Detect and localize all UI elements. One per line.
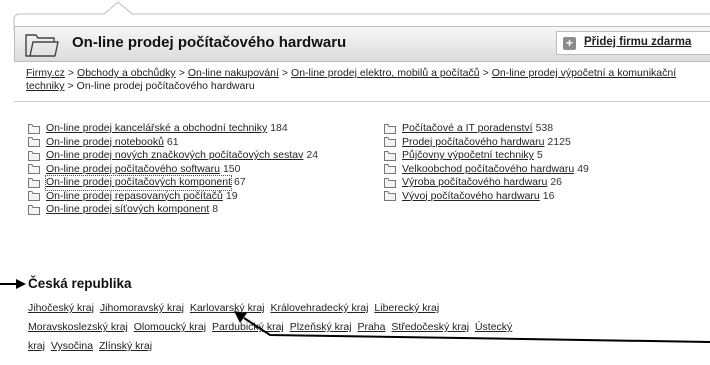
breadcrumb-link[interactable]: Firmy.cz [26, 67, 65, 79]
region-link[interactable]: Praha [357, 321, 385, 333]
subcategory-count: 150 [222, 162, 241, 175]
folder-icon [25, 34, 59, 57]
folder-icon [28, 164, 40, 175]
subcategory-link[interactable]: Výroba počítačového hardwaru [402, 176, 547, 190]
list-item: Počítačové a IT poradenství 538 [384, 122, 710, 136]
list-item: On-line prodej počítačových komponent 67 [28, 175, 368, 191]
region-heading: Česká republika [28, 276, 132, 291]
subcategory-link[interactable]: On-line prodej síťových komponent [46, 203, 209, 217]
subcategory-count: 26 [550, 176, 563, 188]
list-item: Prodej počítačového hardwaru 2125 [384, 136, 710, 150]
list-item: Půjčovny výpočetní techniky 5 [384, 149, 710, 163]
subcategory-list-right: Počítačové a IT poradenství 538 Prodej po… [384, 122, 710, 203]
arrow-icon [0, 279, 26, 289]
subcategory-count: 538 [535, 122, 554, 134]
subcategory-link[interactable]: Počítačové a IT poradenství [402, 122, 533, 136]
subcategory-link[interactable]: On-line prodej počítačového softwaru [46, 163, 220, 177]
region-link[interactable]: Pardubický kraj [212, 321, 284, 333]
folder-icon [28, 191, 40, 202]
region-link[interactable]: Středočeský kraj [391, 321, 469, 333]
folder-icon [384, 191, 396, 202]
region-link[interactable]: kraj [28, 340, 45, 352]
subcategory-count: 19 [225, 189, 238, 202]
region-link[interactable]: Jihomoravský kraj [100, 302, 184, 314]
list-item: Vývoj počítačového hardwaru 16 [384, 190, 710, 204]
breadcrumb: Firmy.cz > Obchody a obchůdky > On-line naku… [26, 67, 710, 93]
folder-icon [384, 164, 396, 175]
region-link[interactable]: Vysočina [51, 340, 93, 352]
folder-icon [384, 177, 396, 188]
region-link[interactable]: Moravskoslezský kraj [28, 321, 128, 333]
breadcrumb-link[interactable]: On-line prodej elektro, mobilů a počítač… [291, 67, 480, 79]
page-title: On-line prodej počítačového hardwaru [72, 34, 347, 51]
region-link[interactable]: Královehradecký kraj [270, 302, 368, 314]
region-link[interactable]: Jihočeský kraj [28, 302, 94, 314]
subcategory-link[interactable]: Prodej počítačového hardwaru [402, 136, 544, 150]
plus-icon: + [563, 37, 576, 50]
subcategory-count: 5 [536, 149, 543, 161]
region-link[interactable]: Zlínský kraj [99, 340, 152, 352]
breadcrumb-link[interactable]: On-line nakupování [188, 67, 279, 79]
folder-icon [384, 123, 396, 134]
region-link[interactable]: Plzeňský kraj [290, 321, 352, 333]
subcategory-link[interactable]: On-line prodej repasovaných počítačů [46, 190, 223, 204]
region-link[interactable]: Karlovarský kraj [190, 302, 265, 314]
folder-icon [28, 204, 40, 215]
subcategory-count: 16 [542, 189, 555, 202]
list-item: On-line prodej nových značkových počítač… [28, 149, 368, 163]
subcategory-count: 67 [234, 176, 246, 188]
breadcrumb-separator: > [67, 67, 75, 79]
subcategory-link[interactable]: Půjčovny výpočetní techniky [402, 149, 534, 163]
region-link[interactable]: Olomoucký kraj [134, 321, 206, 333]
folder-icon [384, 150, 396, 161]
region-list: Jihočeský kraj Jihomoravský kraj Karlova… [28, 299, 668, 356]
list-item: On-line prodej kancelářské a obchodní te… [28, 122, 368, 136]
subcategory-count: 184 [270, 122, 288, 134]
subcategory-count: 2125 [547, 135, 571, 148]
folder-icon [28, 123, 40, 134]
subcategory-count: 49 [577, 162, 589, 175]
subcategory-count: 61 [166, 135, 179, 148]
breadcrumb-current: On-line prodej počítačového hardwaru [76, 80, 255, 92]
breadcrumb-link[interactable]: Obchody a obchůdky [77, 67, 176, 79]
subcategory-link[interactable]: Velkoobchod počítačového hardwaru [402, 163, 574, 177]
folder-icon [28, 150, 40, 161]
list-item: On-line prodej repasovaných počítačů 19 [28, 190, 368, 204]
breadcrumb-separator: > [178, 67, 185, 79]
subcategory-count: 8 [212, 203, 219, 215]
add-company-label: Přidej firmu zdarma [584, 36, 692, 48]
list-item: On-line prodej notebooků 61 [28, 136, 368, 150]
subcategory-list-left: On-line prodej kancelářské a obchodní te… [28, 122, 368, 217]
folder-icon [28, 137, 40, 148]
folder-icon [384, 137, 396, 148]
breadcrumb-separator: > [482, 67, 489, 79]
breadcrumb-separator: > [281, 67, 289, 79]
subcategory-link[interactable]: On-line prodej nových značkových počítač… [46, 149, 303, 163]
add-company-button[interactable]: + Přidej firmu zdarma [556, 31, 710, 55]
subcategory-link[interactable]: On-line prodej notebooků [46, 136, 164, 150]
list-item: Výroba počítačového hardwaru 26 [384, 176, 710, 190]
subcategory-link[interactable]: Vývoj počítačového hardwaru [402, 190, 540, 204]
list-item: On-line prodej síťových komponent 8 [28, 203, 368, 217]
divider [14, 101, 710, 102]
list-item: On-line prodej počítačového softwaru 150 [28, 163, 368, 177]
subcategory-link[interactable]: On-line prodej kancelářské a obchodní te… [46, 122, 267, 136]
region-link[interactable]: Liberecký kraj [374, 302, 439, 314]
folder-icon [28, 177, 40, 188]
region-link[interactable]: Ústecký [475, 321, 512, 333]
subcategory-count: 24 [306, 149, 319, 161]
list-item: Velkoobchod počítačového hardwaru 49 [384, 163, 710, 177]
subcategory-link[interactable]: On-line prodej počítačových komponent [44, 175, 233, 191]
breadcrumb-separator: > [67, 80, 74, 92]
